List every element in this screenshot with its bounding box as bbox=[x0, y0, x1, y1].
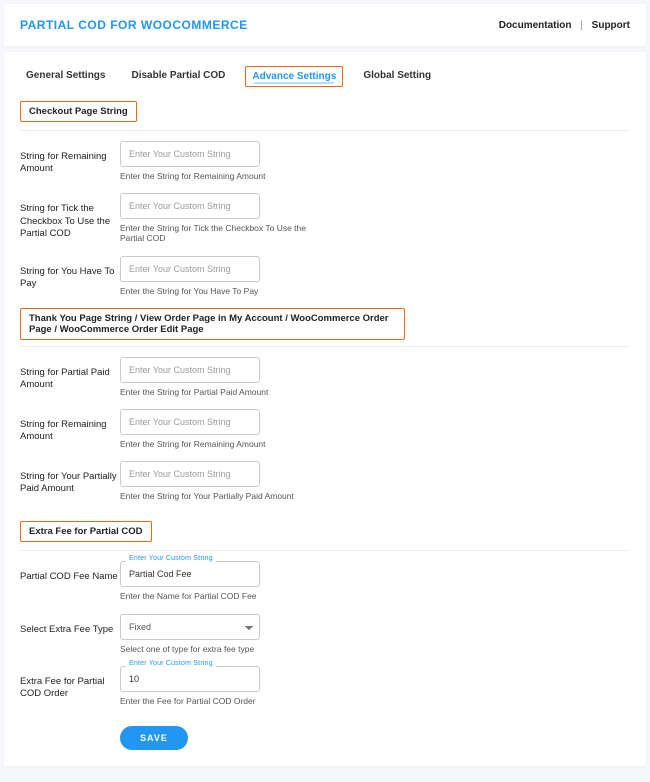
tab-global-setting[interactable]: Global Setting bbox=[357, 66, 437, 87]
helper-you-have-to-pay: Enter the String for You Have To Pay bbox=[120, 286, 320, 296]
label-fee-name: Partial COD Fee Name bbox=[20, 561, 120, 583]
input-fee-value[interactable] bbox=[120, 666, 260, 692]
helper-remaining-amount-2: Enter the String for Remaining Amount bbox=[120, 439, 320, 449]
tab-general-settings[interactable]: General Settings bbox=[20, 66, 111, 87]
brand-title: PARTIAL COD FOR WOOCOMMERCE bbox=[20, 18, 248, 32]
label-partial-paid-amount: String for Partial Paid Amount bbox=[20, 357, 120, 392]
label-tick-checkbox: String for Tick the Checkbox To Use the … bbox=[20, 193, 120, 240]
label-remaining-amount-2: String for Remaining Amount bbox=[20, 409, 120, 444]
divider bbox=[20, 346, 630, 347]
input-partial-paid-amount[interactable] bbox=[120, 357, 260, 383]
documentation-link[interactable]: Documentation bbox=[499, 20, 572, 31]
helper-fee-name: Enter the Name for Partial COD Fee bbox=[120, 591, 320, 601]
save-button[interactable]: SAVE bbox=[120, 726, 188, 750]
select-fee-type[interactable]: Fixed bbox=[120, 614, 260, 640]
input-remaining-amount-2[interactable] bbox=[120, 409, 260, 435]
input-fee-name[interactable] bbox=[120, 561, 260, 587]
top-bar: PARTIAL COD FOR WOOCOMMERCE Documentatio… bbox=[4, 4, 646, 46]
label-remaining-amount: String for Remaining Amount bbox=[20, 141, 120, 176]
divider bbox=[20, 130, 630, 131]
tab-advance-settings[interactable]: Advance Settings bbox=[245, 66, 343, 87]
input-you-have-to-pay[interactable] bbox=[120, 256, 260, 282]
section-title-thankyou: Thank You Page String / View Order Page … bbox=[20, 308, 405, 340]
support-link[interactable]: Support bbox=[592, 20, 630, 31]
helper-remaining-amount: Enter the String for Remaining Amount bbox=[120, 171, 320, 181]
field-fee-name: Partial COD Fee Name Enter Your Custom S… bbox=[20, 561, 630, 601]
helper-fee-value: Enter the Fee for Partial COD Order bbox=[120, 696, 320, 706]
top-links: Documentation | Support bbox=[499, 20, 630, 31]
input-tick-checkbox[interactable] bbox=[120, 193, 260, 219]
field-fee-type: Select Extra Fee Type Fixed Select one o… bbox=[20, 614, 630, 654]
field-tick-checkbox: String for Tick the Checkbox To Use the … bbox=[20, 193, 630, 243]
label-fee-value: Extra Fee for Partial COD Order bbox=[20, 666, 120, 701]
link-separator: | bbox=[580, 20, 583, 31]
helper-fee-type: Select one of type for extra fee type bbox=[120, 644, 320, 654]
label-you-have-to-pay: String for You Have To Pay bbox=[20, 256, 120, 291]
helper-tick-checkbox: Enter the String for Tick the Checkbox T… bbox=[120, 223, 320, 243]
settings-card: General Settings Disable Partial COD Adv… bbox=[4, 52, 646, 766]
field-remaining-amount: String for Remaining Amount Enter the St… bbox=[20, 141, 630, 181]
tab-disable-partial-cod[interactable]: Disable Partial COD bbox=[125, 66, 231, 87]
label-your-partially-paid: String for Your Partially Paid Amount bbox=[20, 461, 120, 496]
field-fee-value: Extra Fee for Partial COD Order Enter Yo… bbox=[20, 666, 630, 706]
section-title-checkout: Checkout Page String bbox=[20, 101, 137, 122]
divider bbox=[20, 550, 630, 551]
tabs: General Settings Disable Partial COD Adv… bbox=[20, 52, 630, 93]
field-your-partially-paid: String for Your Partially Paid Amount En… bbox=[20, 461, 630, 501]
helper-your-partially-paid: Enter the String for Your Partially Paid… bbox=[120, 491, 320, 501]
label-fee-type: Select Extra Fee Type bbox=[20, 614, 120, 636]
field-remaining-amount-2: String for Remaining Amount Enter the St… bbox=[20, 409, 630, 449]
float-label-fee-name: Enter Your Custom String bbox=[126, 555, 216, 562]
input-your-partially-paid[interactable] bbox=[120, 461, 260, 487]
float-label-fee-value: Enter Your Custom String bbox=[126, 660, 216, 667]
section-title-extra-fee: Extra Fee for Partial COD bbox=[20, 521, 152, 542]
field-you-have-to-pay: String for You Have To Pay Enter the Str… bbox=[20, 256, 630, 296]
input-remaining-amount[interactable] bbox=[120, 141, 260, 167]
helper-partial-paid-amount: Enter the String for Partial Paid Amount bbox=[120, 387, 320, 397]
field-partial-paid-amount: String for Partial Paid Amount Enter the… bbox=[20, 357, 630, 397]
